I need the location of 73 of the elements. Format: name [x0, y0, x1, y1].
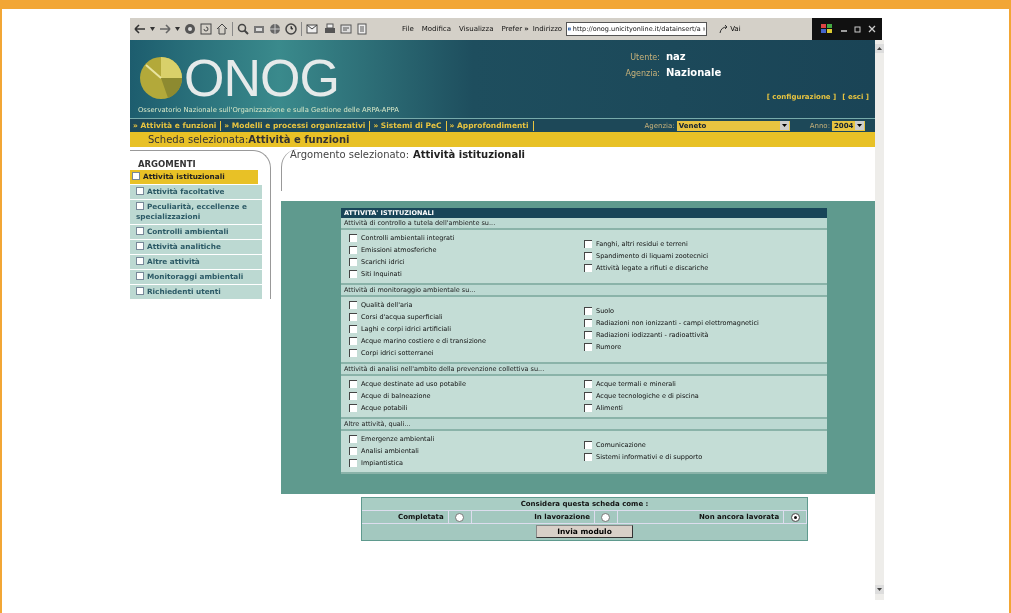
square-icon — [136, 187, 144, 195]
search-icon[interactable] — [237, 23, 249, 35]
checkbox[interactable] — [584, 380, 592, 388]
square-icon — [136, 272, 144, 280]
checkbox[interactable] — [349, 459, 357, 467]
checkbox[interactable] — [584, 453, 592, 461]
checkbox[interactable] — [349, 270, 357, 278]
checkbox[interactable] — [349, 313, 357, 321]
checkbox[interactable] — [584, 331, 592, 339]
square-icon — [132, 172, 140, 180]
scroll-up-icon[interactable] — [875, 44, 884, 53]
checkbox[interactable] — [584, 307, 592, 315]
checkbox[interactable] — [584, 319, 592, 327]
user-label: Utente: — [629, 53, 660, 62]
selected-sheet-label: Scheda selezionata: — [148, 134, 249, 145]
stop-icon[interactable] — [184, 23, 196, 35]
checkbox[interactable] — [584, 264, 592, 272]
checkbox[interactable] — [584, 441, 592, 449]
back-arrow-icon[interactable] — [134, 24, 146, 34]
checkbox[interactable] — [349, 325, 357, 333]
printer-icon[interactable] — [324, 23, 336, 35]
checkbox[interactable] — [349, 380, 357, 388]
folder-icon[interactable] — [253, 23, 265, 35]
checkbox[interactable] — [584, 392, 592, 400]
go-arrow-icon — [719, 24, 730, 34]
checkbox[interactable] — [349, 392, 357, 400]
topic-value: Attività istituzionali — [413, 149, 526, 160]
checkbox[interactable] — [584, 252, 592, 260]
agency-label: Agenzia: — [624, 69, 660, 78]
mail-icon[interactable] — [306, 23, 320, 35]
dropdown-arrow-icon[interactable] — [779, 121, 789, 130]
close-icon[interactable] — [868, 25, 876, 33]
topic-label: Argomento selezionato: — [290, 149, 409, 160]
forward-arrow-icon[interactable] — [159, 24, 171, 34]
dropdown-arrow-icon[interactable] — [855, 121, 864, 130]
checkbox[interactable] — [349, 447, 357, 455]
sidebar-title: ARGOMENTI — [137, 159, 197, 169]
checkbox[interactable] — [349, 337, 357, 345]
square-icon — [136, 202, 144, 210]
pie-chart-logo-icon — [138, 55, 184, 101]
windows-logo-icon — [820, 23, 834, 35]
radio-button[interactable] — [790, 512, 800, 522]
user-name: naz — [666, 51, 686, 62]
dropdown-caret-icon[interactable] — [150, 27, 155, 31]
square-icon — [136, 227, 144, 235]
home-icon[interactable] — [216, 23, 228, 35]
scrollbar[interactable] — [875, 40, 884, 600]
radio-button[interactable] — [455, 512, 465, 522]
square-icon — [136, 257, 144, 265]
checkbox[interactable] — [349, 246, 357, 254]
agency-name: Nazionale — [666, 67, 722, 78]
document-icon[interactable] — [356, 23, 368, 35]
history-icon[interactable] — [285, 23, 297, 35]
checkbox[interactable] — [349, 258, 357, 266]
checkbox[interactable] — [349, 234, 357, 242]
dropdown-caret-icon[interactable] — [175, 27, 180, 31]
selected-sheet-value: Attività e funzioni — [248, 134, 350, 145]
globe-icon[interactable] — [269, 23, 281, 35]
checkbox[interactable] — [584, 343, 592, 351]
refresh-icon[interactable] — [200, 23, 212, 35]
restore-icon[interactable] — [854, 25, 862, 33]
checkbox[interactable] — [349, 435, 357, 443]
scroll-down-icon[interactable] — [875, 585, 884, 594]
checkbox[interactable] — [584, 240, 592, 248]
radio-button[interactable] — [601, 512, 611, 522]
checkbox[interactable] — [349, 349, 357, 357]
square-icon — [136, 242, 144, 250]
logo-text: ONOG — [184, 52, 339, 104]
checkbox[interactable] — [349, 404, 357, 412]
edit-icon[interactable] — [340, 23, 352, 35]
checkbox[interactable] — [349, 301, 357, 309]
checkbox[interactable] — [584, 404, 592, 412]
square-icon — [136, 287, 144, 295]
